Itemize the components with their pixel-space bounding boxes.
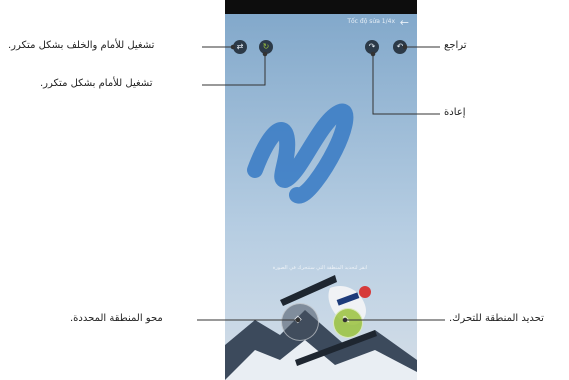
callout-select-motion-area: تحديد المنطقة للتحرك. (449, 313, 544, 324)
callout-erase-area: محو المنطقة المحددة. (70, 313, 163, 324)
callout-redo: إعادة (444, 107, 466, 118)
callout-undo: تراجع (444, 40, 467, 51)
callout-playback-loop: تشغيل للأمام والخلف بشكل متكرر. (8, 40, 155, 51)
callout-forward-loop: تشغيل للأمام بشكل متكرر. (40, 78, 153, 89)
